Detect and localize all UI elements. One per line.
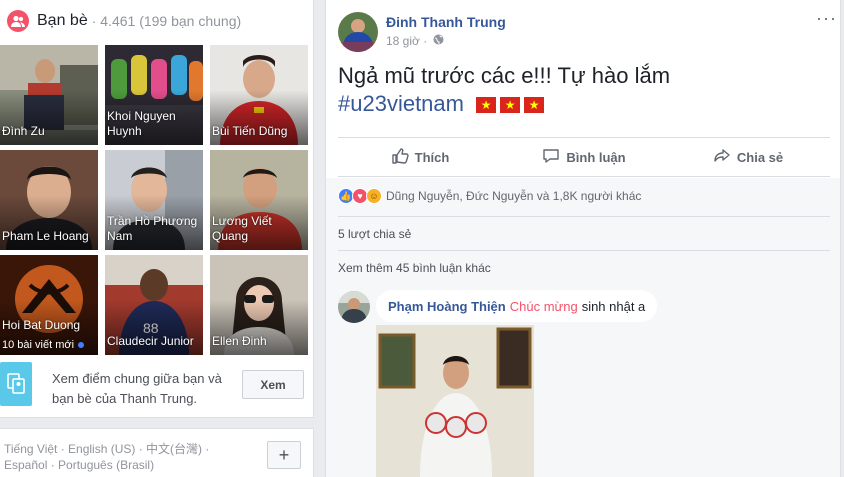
language-list: Tiếng Việt · English (US) · 中文(台灣) · Esp… bbox=[4, 441, 244, 473]
share-icon bbox=[713, 147, 731, 168]
friend-name: Pham Le Hoang bbox=[2, 229, 89, 243]
language-card: Tiếng Việt · English (US) · 中文(台灣) · Esp… bbox=[0, 428, 314, 477]
commenter-avatar[interactable] bbox=[338, 291, 370, 323]
comment-bubble: Phạm Hoàng Thiện Chúc mừng sinh nhật a bbox=[376, 290, 658, 322]
friend-name: Lương Viết Quang bbox=[212, 214, 272, 243]
friend-name: Bùi Tiến Dũng bbox=[212, 124, 288, 138]
comment-highlight[interactable]: Chúc mừng bbox=[510, 299, 578, 314]
friend-name: Ellen Đinh bbox=[212, 334, 267, 348]
vietnam-flag-icon: ★ bbox=[500, 97, 521, 114]
reactions-text: Dũng Nguyễn, Đức Nguyễn và 1,8K người kh… bbox=[386, 189, 642, 203]
friend-name: Trần Hồ Phương Nam bbox=[107, 214, 198, 243]
more-options-icon[interactable]: ··· bbox=[816, 8, 837, 29]
vietnam-flag-icon: ★ bbox=[524, 97, 545, 114]
friend-tile[interactable]: 88 Claudecir Junior bbox=[105, 255, 203, 355]
reactions-summary[interactable]: 👍 ♥ ☺ Dũng Nguyễn, Đức Nguyễn và 1,8K ng… bbox=[338, 188, 641, 204]
see-button[interactable]: Xem bbox=[242, 370, 304, 399]
comment-button[interactable]: Bình luận bbox=[502, 138, 666, 176]
friend-name: Khoi Nguyen Huynh bbox=[107, 109, 176, 138]
friends-icon bbox=[7, 10, 29, 32]
post-message: Ngả mũ trước các e!!! Tự hào lắm bbox=[338, 63, 671, 88]
post-actions: Thích Bình luận Chia sẻ bbox=[338, 137, 830, 177]
promo-text: Xem điểm chung giữa bạn và bạn bè của Th… bbox=[52, 371, 222, 406]
share-label: Chia sẻ bbox=[736, 149, 784, 165]
vietnam-flag-icon: ★ bbox=[476, 97, 497, 114]
globe-icon bbox=[433, 34, 444, 48]
friends-count: · 4.461 (199 bạn chung) bbox=[91, 13, 242, 29]
more-comments-link[interactable]: Xem thêm 45 bình luận khác bbox=[338, 261, 491, 275]
friend-tile[interactable]: Ellen Đinh bbox=[210, 255, 308, 355]
friends-header: Bạn bè · 4.461 (199 bạn chung) bbox=[7, 10, 241, 32]
post-meta: 18 giờ · bbox=[386, 34, 444, 48]
friend-new-posts: 10 bài viết mới bbox=[2, 339, 85, 351]
mutual-friends-promo: Xem điểm chung giữa bạn và bạn bè của Th… bbox=[0, 358, 312, 416]
comment-label: Bình luận bbox=[566, 149, 626, 165]
thumbs-up-icon bbox=[391, 147, 409, 168]
flag-emojis: ★ ★ ★ bbox=[476, 97, 545, 114]
friend-tile[interactable]: Pham Le Hoang bbox=[0, 150, 98, 250]
add-language-button[interactable]: + bbox=[267, 441, 301, 469]
comment-text: sinh nhật a bbox=[581, 298, 646, 314]
haha-reaction-icon: ☺ bbox=[366, 188, 382, 204]
commenter-name[interactable]: Phạm Hoàng Thiện bbox=[388, 299, 506, 314]
hashtag-link[interactable]: #u23vietnam bbox=[338, 91, 464, 116]
share-button[interactable]: Chia sẻ bbox=[666, 138, 830, 176]
mutual-friends-icon bbox=[0, 362, 32, 406]
post-feedback: 👍 ♥ ☺ Dũng Nguyễn, Đức Nguyễn và 1,8K ng… bbox=[326, 178, 840, 477]
post-time[interactable]: 18 giờ · bbox=[386, 34, 427, 48]
divider bbox=[338, 250, 830, 251]
post-hashtag-line: #u23vietnam ★ ★ ★ bbox=[338, 90, 670, 118]
friend-tile[interactable]: Bùi Tiến Dũng bbox=[210, 45, 308, 145]
comment-photo[interactable] bbox=[376, 325, 534, 477]
post-card: Đinh Thanh Trung 18 giờ · ··· Ngả mũ trư… bbox=[325, 0, 841, 477]
language-line-1[interactable]: Tiếng Việt · English (US) · 中文(台灣) · bbox=[4, 441, 244, 457]
author-name[interactable]: Đinh Thanh Trung bbox=[386, 14, 506, 30]
friends-title[interactable]: Bạn bè bbox=[37, 12, 88, 30]
friend-name: Hoi Bat Duong bbox=[2, 318, 81, 332]
friend-tile[interactable]: Trần Hồ Phương Nam bbox=[105, 150, 203, 250]
language-line-2[interactable]: Español · Português (Brasil) bbox=[4, 457, 244, 473]
post-text: Ngả mũ trước các e!!! Tự hào lắm #u23vie… bbox=[338, 62, 670, 118]
divider bbox=[338, 216, 830, 217]
like-label: Thích bbox=[414, 149, 450, 165]
friend-name: Claudecir Junior bbox=[107, 334, 194, 348]
friend-tile[interactable]: Đình Zu bbox=[0, 45, 98, 145]
shares-count[interactable]: 5 lượt chia sẻ bbox=[338, 227, 411, 241]
friend-tile[interactable]: Lương Viết Quang bbox=[210, 150, 308, 250]
new-dot-icon bbox=[78, 342, 85, 348]
friend-tile[interactable]: Hoi Bat Duong 10 bài viết mới bbox=[0, 255, 98, 355]
author-avatar[interactable] bbox=[338, 12, 378, 52]
friends-card: Bạn bè · 4.461 (199 bạn chung) Đình Zu K… bbox=[0, 0, 314, 418]
friend-tile[interactable]: Khoi Nguyen Huynh bbox=[105, 45, 203, 145]
like-button[interactable]: Thích bbox=[338, 138, 502, 176]
comment-icon bbox=[542, 147, 560, 168]
friend-name: Đình Zu bbox=[2, 124, 45, 138]
